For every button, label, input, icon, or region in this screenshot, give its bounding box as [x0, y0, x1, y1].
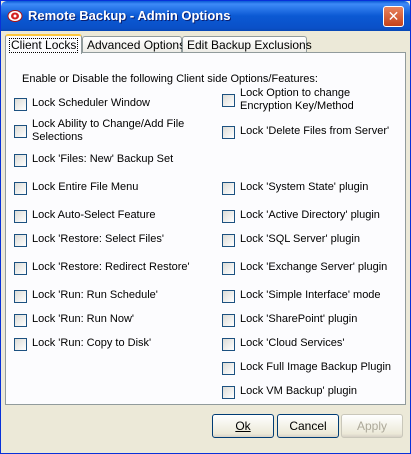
cancel-button-label: Cancel	[289, 419, 327, 433]
option-label: Lock 'Active Directory' plugin	[240, 209, 380, 221]
option-label: Lock 'SQL Server' plugin	[240, 233, 360, 245]
checkbox[interactable]	[14, 98, 27, 111]
checkbox[interactable]	[14, 234, 27, 247]
checkbox[interactable]	[14, 182, 27, 195]
checkbox[interactable]	[14, 314, 27, 327]
option-label: Lock 'System State' plugin	[240, 181, 369, 193]
checkbox[interactable]	[14, 262, 27, 275]
checkbox[interactable]	[14, 125, 27, 138]
checkbox[interactable]	[222, 182, 235, 195]
remote-backup-app-icon	[7, 10, 23, 22]
checkbox[interactable]	[222, 338, 235, 351]
checkbox[interactable]	[222, 386, 235, 399]
tab-client-locks[interactable]: Client Locks	[5, 34, 82, 54]
apply-button[interactable]: Apply	[341, 414, 403, 438]
checkbox[interactable]	[222, 262, 235, 275]
option-label: Lock Entire File Menu	[32, 181, 139, 193]
admin-options-dialog: Remote Backup - Admin Options ✕ Client L…	[0, 0, 411, 454]
option-label: Lock 'Cloud Services'	[240, 337, 345, 349]
checkbox[interactable]	[14, 338, 27, 351]
tab-advanced-options[interactable]: Advanced Options	[82, 36, 186, 53]
option-label: Lock Auto-Select Feature	[32, 209, 156, 221]
option-label: Lock 'Run: Run Schedule'	[32, 289, 158, 301]
intro-text: Enable or Disable the following Client s…	[22, 73, 318, 85]
option-label: Lock 'Restore: Select Files'	[32, 233, 164, 245]
checkbox[interactable]	[222, 314, 235, 327]
tab-label: Edit Backup Exclusions	[187, 38, 312, 52]
cancel-button[interactable]: Cancel	[277, 414, 339, 438]
window-title: Remote Backup - Admin Options	[28, 8, 231, 23]
ok-button[interactable]: Ok	[212, 414, 274, 438]
option-label: Lock 'SharePoint' plugin	[240, 313, 358, 325]
checkbox[interactable]	[222, 290, 235, 303]
option-label: Lock 'Delete Files from Server'	[240, 125, 390, 137]
checkbox[interactable]	[14, 154, 27, 167]
checkbox[interactable]	[222, 362, 235, 375]
option-label: Lock Full Image Backup Plugin	[240, 361, 392, 373]
checkbox[interactable]	[222, 210, 235, 223]
option-label: Lock Ability to Change/Add File Selectio…	[32, 118, 185, 143]
option-label: Lock 'Run: Copy to Disk'	[32, 337, 152, 349]
title-bar[interactable]: Remote Backup - Admin Options ✕	[1, 1, 410, 31]
apply-button-label: Apply	[356, 419, 388, 433]
close-icon: ✕	[387, 8, 400, 24]
option-label: Lock 'Run: Run Now'	[32, 313, 135, 325]
client-locks-panel: Enable or Disable the following Client s…	[5, 52, 406, 405]
option-label: Lock 'Restore: Redirect Restore'	[32, 261, 190, 273]
checkbox[interactable]	[14, 290, 27, 303]
option-label: Lock Option to change Encryption Key/Met…	[240, 87, 354, 112]
checkbox[interactable]	[222, 94, 235, 107]
option-label: Lock 'Simple Interface' mode	[240, 289, 381, 301]
option-label: Lock 'Exchange Server' plugin	[240, 261, 388, 273]
option-label: Lock Scheduler Window	[32, 97, 151, 109]
tab-label: Advanced Options	[87, 38, 186, 52]
checkbox[interactable]	[222, 234, 235, 247]
ok-button-label: Ok	[235, 419, 251, 433]
tab-edit-backup-exclusions[interactable]: Edit Backup Exclusions	[182, 36, 312, 53]
checkbox[interactable]	[222, 126, 235, 139]
option-label: Lock VM Backup' plugin	[240, 385, 358, 397]
checkbox[interactable]	[14, 210, 27, 223]
close-button[interactable]: ✕	[383, 6, 404, 27]
tab-label: Client Locks	[8, 38, 79, 53]
option-label: Lock 'Files: New' Backup Set	[32, 153, 174, 165]
